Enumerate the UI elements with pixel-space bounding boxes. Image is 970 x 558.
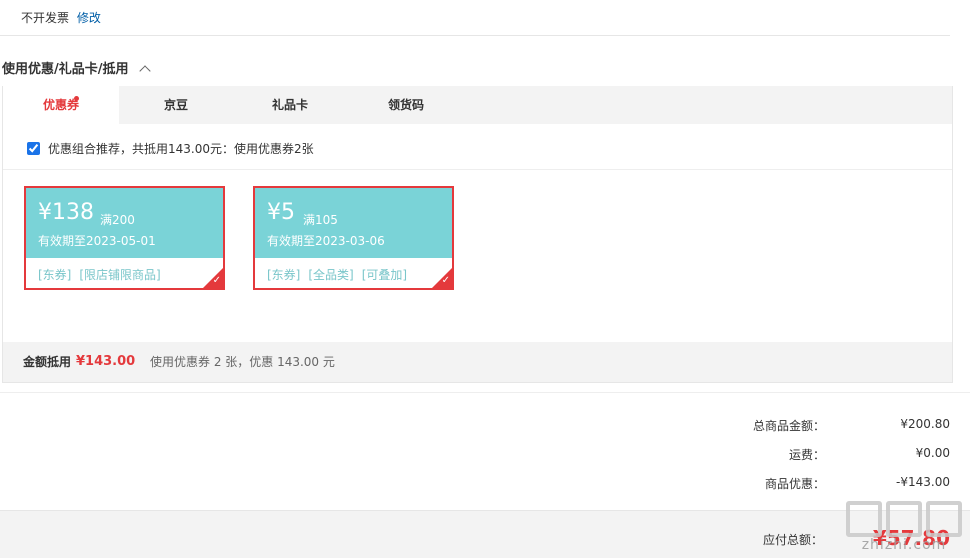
payable-bar: 应付总额： ¥57.80 <box>0 510 970 558</box>
coupon-card[interactable]: ¥138 满200 有效期至2023-05-01 [东券] [限店铺限商品] ✓ <box>24 186 225 290</box>
coupon-condition: 满105 <box>303 213 338 227</box>
discount-summary: 金额抵用 ¥143.00 使用优惠券 2 张，优惠 143.00 元 <box>3 342 952 382</box>
coupon-tags: [东券] [限店铺限商品] <box>38 266 169 283</box>
summary-amount: ¥143.00 <box>76 354 136 369</box>
tab-gift-card[interactable]: 礼品卡 <box>233 86 347 124</box>
recommend-text: 优惠组合推荐，共抵用143.00元：使用优惠券2张 <box>48 142 314 156</box>
coupon-tag[interactable]: [可叠加] <box>362 268 407 282</box>
tab-jingdou-label: 京豆 <box>163 98 188 112</box>
divider <box>0 392 970 393</box>
total-label: 商品优惠： <box>764 477 825 491</box>
recommend-checkbox[interactable] <box>27 142 40 155</box>
divider <box>0 35 950 36</box>
tab-coupons[interactable]: 优惠券 <box>3 86 119 124</box>
total-value: ¥0.00 <box>915 446 950 460</box>
summary-label: 金额抵用 <box>23 355 72 369</box>
tab-gift-card-label: 礼品卡 <box>271 98 308 112</box>
invoice-text: 不开发票 <box>21 11 70 25</box>
watermark-logo-icon <box>846 501 962 537</box>
coupon-amount: ¥138 <box>38 200 94 225</box>
check-icon: ✓ <box>441 275 450 286</box>
total-label: 总商品金额： <box>752 419 825 433</box>
payable-label: 应付总额： <box>762 533 823 547</box>
coupon-card[interactable]: ¥5 满105 有效期至2023-03-06 [东券] [全品类] [可叠加] ✓ <box>253 186 454 290</box>
total-value: -¥143.00 <box>896 475 950 489</box>
invoice-line: 不开发票 修改 <box>21 9 101 26</box>
discount-tabs: 优惠券 京豆 礼品卡 领货码 <box>3 86 952 124</box>
watermark-text: zhizhi.com <box>861 537 947 553</box>
total-row-shipping: 运费： ¥0.00 <box>690 446 950 466</box>
coupon-validity: 有效期至2023-03-06 <box>267 234 385 248</box>
check-icon: ✓ <box>212 275 221 286</box>
watermark: zhizhi.com <box>846 501 962 553</box>
discount-panel: 优惠券 京豆 礼品卡 领货码 优惠组合推荐，共抵用143.00元：使用优惠券2张… <box>2 86 953 383</box>
coupon-tag[interactable]: [东券] <box>38 268 71 282</box>
divider <box>3 169 952 170</box>
chevron-up-icon <box>139 65 151 77</box>
tab-redeem-code[interactable]: 领货码 <box>347 86 465 124</box>
invoice-edit-link[interactable]: 修改 <box>77 11 101 25</box>
total-row-goods: 总商品金额： ¥200.80 <box>690 417 950 437</box>
tab-jingdou[interactable]: 京豆 <box>119 86 233 124</box>
discount-section-toggle[interactable]: 使用优惠/礼品卡/抵用 <box>2 58 151 77</box>
coupon-tags: [东券] [全品类] [可叠加] <box>267 266 415 283</box>
coupon-tag[interactable]: [限店铺限商品] <box>79 268 160 282</box>
coupon-tag[interactable]: [全品类] <box>308 268 353 282</box>
coupon-tag[interactable]: [东券] <box>267 268 300 282</box>
coupon-validity: 有效期至2023-05-01 <box>38 234 156 248</box>
recommend-combo[interactable]: 优惠组合推荐，共抵用143.00元：使用优惠券2张 <box>27 140 314 157</box>
total-value: ¥200.80 <box>900 417 950 431</box>
notification-dot-icon <box>74 96 79 101</box>
coupon-condition: 满200 <box>100 213 135 227</box>
total-label: 运费： <box>788 448 825 462</box>
total-row-discount: 商品优惠： -¥143.00 <box>690 475 950 495</box>
coupon-amount: ¥5 <box>267 200 295 225</box>
tab-redeem-code-label: 领货码 <box>387 98 424 112</box>
summary-desc: 使用优惠券 2 张，优惠 143.00 元 <box>150 355 335 369</box>
coupon-face: ¥5 满105 有效期至2023-03-06 <box>255 188 452 258</box>
section-title: 使用优惠/礼品卡/抵用 <box>2 62 129 77</box>
coupon-face: ¥138 满200 有效期至2023-05-01 <box>26 188 223 258</box>
